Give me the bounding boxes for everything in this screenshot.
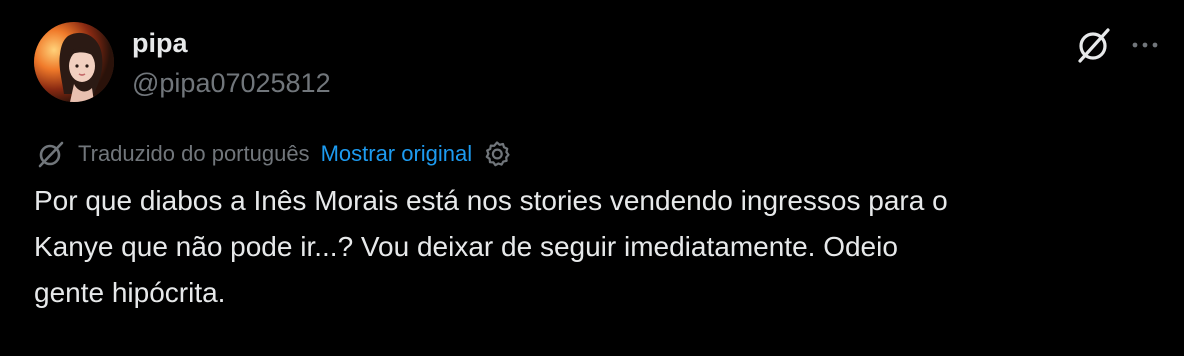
display-name[interactable]: pipa	[132, 27, 188, 59]
tweet-text-line: Kanye que não pode ir...? Vou deixar de …	[34, 231, 898, 262]
avatar[interactable]	[34, 22, 114, 102]
tweet-text-line: Por que diabos a Inês Morais está nos st…	[34, 185, 948, 216]
user-handle[interactable]: @pipa07025812	[132, 67, 331, 99]
translate-icon	[36, 139, 66, 169]
translated-label: Traduzido do português	[78, 141, 310, 166]
translation-bar: Traduzido do português Mostrar original	[36, 138, 512, 170]
grok-icon[interactable]	[1074, 25, 1114, 65]
tweet-text: Por que diabos a Inês Morais está nos st…	[34, 178, 1164, 316]
settings-icon[interactable]	[482, 139, 512, 169]
tweet-text-line: gente hipócrita.	[34, 277, 226, 308]
tweet-card: pipa @pipa07025812 Traduzido do portuguê…	[0, 0, 1184, 356]
show-original-link[interactable]: Mostrar original	[321, 141, 473, 167]
more-icon[interactable]	[1128, 28, 1162, 62]
